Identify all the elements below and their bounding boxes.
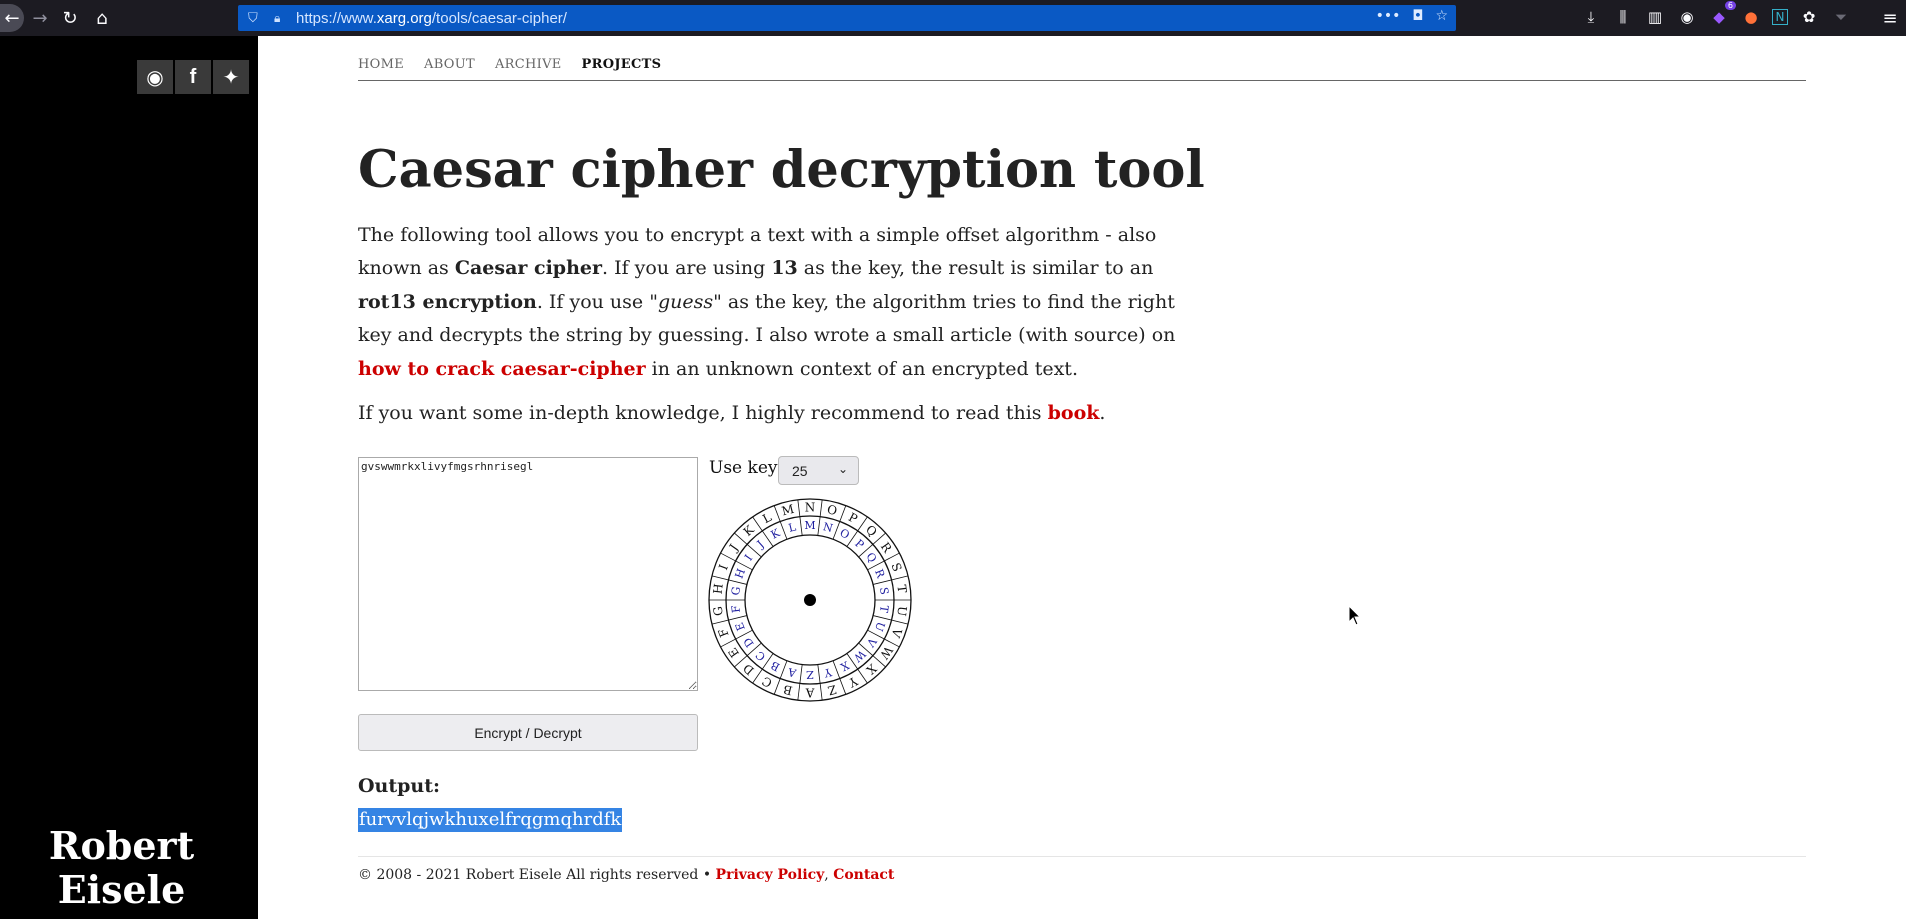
downloads-icon[interactable]: ⤓ [1580,6,1602,28]
facebook-icon[interactable]: f [175,60,211,94]
author-name[interactable]: Robert Eisele [0,824,243,912]
sidebar: ◉ f ✦ Robert Eisele [0,36,258,919]
wheel-outer-letter: G [711,606,726,617]
extension-badge: 6 [1724,1,1736,10]
browser-toolbar: ← → ↻ ⌂ ⛉ 🔒︎ https://www.xarg.org/tools/… [0,0,1906,36]
nav-archive[interactable]: ARCHIVE [495,57,562,80]
wheel-inner-letter: Z [806,668,814,681]
output-label: Output: [358,775,441,797]
page-actions-icon[interactable]: ••• [1376,8,1401,24]
encrypt-decrypt-button[interactable]: Encrypt / Decrypt [358,714,698,751]
address-bar[interactable]: ⛉ 🔒︎ https://www.xarg.org/tools/caesar-c… [238,5,1456,31]
library-icon[interactable]: ⫼ [1612,6,1634,28]
intro-paragraph: The following tool allows you to encrypt… [358,224,1176,380]
overflow-icon[interactable]: ⏷ [1830,6,1852,28]
output-value[interactable]: furvvlqjwkhuxelfrqgmqhrdfk [358,808,623,832]
tracking-shield-icon[interactable]: ⛉ [248,11,264,26]
book-paragraph: If you want some in-depth knowledge, I h… [358,402,1106,424]
sidebar-toggle-icon[interactable]: ▥ [1644,6,1666,28]
key-select[interactable]: 25 ⌄ [778,456,859,485]
cipher-wheel: AZBACBDCEDFEG FH GI HJIKJLKMLNMONPO QP RQSRTS… [708,498,912,702]
wheel-inner-letter: M [804,519,815,532]
page-title: Caesar cipher decryption tool [358,140,1205,200]
wheel-outer-letter: N [805,501,816,515]
cookie-icon[interactable]: ✿ [1798,6,1820,28]
nav-home[interactable]: HOME [358,57,404,80]
footer: © 2008 - 2021 Robert Eisele All rights r… [358,856,1806,883]
privacy-policy-link[interactable]: Privacy Policy [716,867,825,883]
url-text[interactable]: https://www.xarg.org/tools/caesar-cipher… [296,10,567,27]
key-label: Use key: [709,458,784,478]
account-icon[interactable]: ◉ [1676,6,1698,28]
bookmark-star-icon[interactable]: ☆ [1435,8,1448,24]
contact-link[interactable]: Contact [833,867,894,883]
nav-about[interactable]: ABOUT [424,57,475,80]
nav-projects[interactable]: PROJECTS [582,57,662,80]
social-links: ◉ f ✦ [137,60,249,94]
author-last-name: Eisele [57,867,186,912]
pocket-icon[interactable]: ◘ [1412,8,1423,24]
wheel-outer-letter: U [894,605,909,617]
wheel-outer-letter: T [894,584,909,594]
hamburger-menu-icon[interactable]: ≡ [1876,4,1904,32]
wheel-inner-letter: G [729,586,743,596]
twitter-icon[interactable]: ✦ [213,60,249,94]
key-select-value: 25 [792,462,808,479]
lock-icon[interactable]: 🔒︎ [274,11,288,26]
home-icon[interactable]: ⌂ [88,4,116,32]
github-icon[interactable]: ◉ [137,60,173,94]
author-first-name: Robert [48,823,195,868]
crack-article-link[interactable]: how to crack caesar-cipher [358,358,646,380]
wheel-center-dot [804,594,816,606]
back-arrow-icon[interactable]: ← [0,4,24,32]
top-navigation: HOME ABOUT ARCHIVE PROJECTS [358,57,1806,81]
chevron-down-icon: ⌄ [837,462,848,476]
forward-arrow-icon[interactable]: → [26,4,54,32]
firefox-extension-icon[interactable]: ● [1740,6,1762,28]
extension-icon[interactable]: ◆ 6 [1708,1,1736,28]
wheel-outer-letter: A [805,686,815,700]
wheel-inner-letter: S [877,586,891,595]
input-textarea[interactable]: gvswwmrkxlivyfmgsrhnrisegl [358,457,698,691]
reload-icon[interactable]: ↻ [56,4,84,32]
mouse-cursor-icon [1348,605,1362,626]
book-link[interactable]: book [1048,402,1100,424]
wheel-outer-letter: H [711,583,726,595]
n-extension-icon[interactable]: N [1772,9,1788,25]
